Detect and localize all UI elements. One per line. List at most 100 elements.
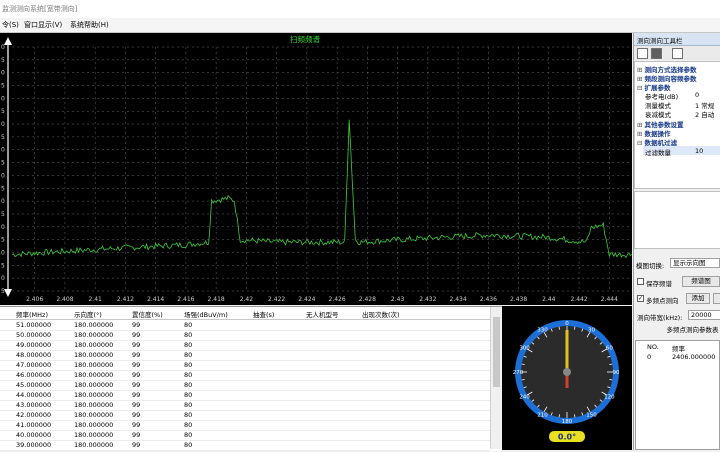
- cell-frequency: 41.000000: [16, 421, 52, 429]
- direction-toolbar-panel: 测向测向工具栏 ⊞ 测向方式选择参数 ⊞ 频段测向容频参数 ⊟ 扩展参数 参考电(dB…: [633, 33, 720, 450]
- x-tick-label: 2.424: [298, 296, 315, 303]
- bandwidth-input[interactable]: 20000: [688, 310, 720, 320]
- cell-field-strength: 80: [184, 431, 193, 439]
- menu-bar: 令(S) 窗口显示(V) 系统帮助(H): [0, 18, 720, 33]
- menu-window-display[interactable]: 窗口显示(V): [24, 20, 62, 30]
- col-sample[interactable]: 抽查(s): [253, 309, 274, 319]
- bandwidth-label: 测向带宽(kHz):: [637, 314, 683, 322]
- cell-confidence: 99: [132, 351, 141, 359]
- compass-tick: [574, 326, 576, 330]
- cell-bearing: 180.000000: [74, 441, 114, 449]
- y-tick-label: 5: [1, 83, 5, 90]
- cell-frequency: 51.000000: [16, 321, 52, 329]
- cell-confidence: 99: [132, 361, 141, 369]
- list-item-no[interactable]: 0: [647, 353, 651, 361]
- cell-confidence: 99: [132, 401, 141, 409]
- cell-confidence: 99: [132, 421, 141, 429]
- y-tick-label: 5: [1, 211, 5, 218]
- cell-bearing: 180.000000: [74, 361, 114, 369]
- spectrum-reset-button[interactable]: 频谱图: [682, 276, 720, 287]
- compass-hub: [563, 368, 571, 376]
- y-tick-label: 5: [1, 57, 5, 64]
- cell-field-strength: 80: [184, 351, 193, 359]
- spectrum-view[interactable]: 扫频频谱 05050505050505050505 2.406 2.408 2.41…: [0, 33, 632, 305]
- y-tick-label: 5: [1, 134, 5, 141]
- cell-confidence: 99: [132, 341, 141, 349]
- col-frequency[interactable]: 频率(MHz): [16, 309, 48, 319]
- window-title: 监测测向系统[宽带测向]: [2, 5, 78, 13]
- x-tick-label: 2.428: [359, 296, 376, 303]
- table-row[interactable]: 39.000000 180.000000 99 80: [0, 440, 490, 451]
- x-tick-label: 2.444: [601, 296, 618, 303]
- x-tick-label: 2.43: [391, 296, 405, 303]
- compass-tick: [609, 363, 613, 365]
- compass-label: 120: [604, 395, 615, 401]
- stop-icon[interactable]: [651, 48, 662, 59]
- y-tick-label: 0: [1, 44, 5, 51]
- compass-readout: 0.0°: [558, 433, 576, 442]
- list-col-frequency: 频率: [672, 345, 685, 353]
- cell-field-strength: 80: [184, 391, 193, 399]
- prop-ref-level-value[interactable]: 0: [695, 91, 699, 99]
- menu-command[interactable]: 令(S): [2, 20, 19, 30]
- x-tick-label: 2.41: [88, 296, 102, 303]
- compass-label: 30: [588, 328, 595, 334]
- x-tick-label: 2.442: [570, 296, 587, 303]
- compass-label: 240: [519, 395, 530, 401]
- panel-header: 测向测向工具栏: [634, 33, 720, 46]
- col-field-strength[interactable]: 场强(dBuV/m): [184, 309, 228, 319]
- description-box: [634, 191, 720, 249]
- compass-label: 90: [613, 370, 620, 376]
- cell-confidence: 99: [132, 331, 141, 339]
- y-tick-label: 5: [1, 108, 5, 115]
- compass-label: 0: [565, 321, 569, 327]
- cell-confidence: 99: [132, 411, 141, 419]
- multi-point-checkbox[interactable]: ✓: [637, 295, 644, 302]
- prop-atten-mode-value[interactable]: 2 自动: [695, 109, 714, 119]
- spectrum-chart[interactable]: 扫频频谱 05050505050505050505 2.406 2.408 2.41…: [0, 33, 632, 305]
- more-button[interactable]: [713, 293, 720, 304]
- display-switch-select[interactable]: 显示示向图: [670, 258, 720, 268]
- y-tick-label: 0: [1, 224, 5, 231]
- cell-field-strength: 80: [184, 411, 193, 419]
- cell-bearing: 180.000000: [74, 391, 114, 399]
- x-tick-label: 2.418: [208, 296, 225, 303]
- cell-frequency: 42.000000: [16, 411, 52, 419]
- menu-system-help[interactable]: 系统帮助(H): [70, 20, 109, 30]
- multi-point-params-button[interactable]: 多频点测向参数表: [664, 325, 720, 336]
- list-col-no: NO.: [647, 343, 659, 351]
- x-tick-label: 2.422: [268, 296, 285, 303]
- multi-point-label: 多频点测向: [646, 297, 679, 305]
- col-drone-model[interactable]: 无人机型号: [306, 309, 339, 319]
- x-tick-label: 2.406: [26, 296, 43, 303]
- prop-filter-count-value[interactable]: 10: [695, 147, 703, 155]
- play-icon[interactable]: [637, 48, 648, 59]
- settings-icon[interactable]: [672, 48, 683, 59]
- cell-confidence: 99: [132, 381, 141, 389]
- list-item-frequency[interactable]: 2406.000000: [672, 353, 715, 361]
- cell-bearing: 180.000000: [74, 421, 114, 429]
- x-tick-labels: 2.406 2.408 2.41 2.412 2.414 2.416 2.418 2.42 2.…: [26, 296, 618, 303]
- multi-point-list[interactable]: NO. 频率 0 2406.000000: [635, 340, 720, 450]
- x-tick-label: 2.414: [147, 296, 164, 303]
- cell-field-strength: 80: [184, 331, 193, 339]
- save-spectrum-checkbox[interactable]: [637, 278, 644, 285]
- compass-dial: 0 30 60 90 120 150 180 210 240 270 300 330 0.0°: [513, 320, 620, 442]
- x-tick-label: 2.416: [177, 296, 194, 303]
- cell-field-strength: 80: [184, 381, 193, 389]
- y-tick-label: 0: [1, 95, 5, 102]
- compass-tick: [609, 379, 613, 381]
- y-tick-label: 0: [1, 121, 5, 128]
- cell-frequency: 45.000000: [16, 381, 52, 389]
- table-scrollbar[interactable]: [490, 307, 502, 449]
- col-occurrences[interactable]: 出现次数(次): [362, 309, 400, 319]
- scrollbar-thumb[interactable]: [493, 317, 500, 387]
- compass-label: 180: [562, 419, 573, 425]
- x-tick-label: 2.434: [450, 296, 467, 303]
- col-bearing[interactable]: 示向度(°): [74, 309, 102, 319]
- x-tick-label: 2.438: [510, 296, 527, 303]
- title-bar: 监测测向系统[宽带测向]: [0, 0, 720, 19]
- cell-frequency: 48.000000: [16, 351, 52, 359]
- add-frequency-button[interactable]: 添加: [686, 293, 710, 304]
- col-confidence[interactable]: 置信度(%): [132, 309, 163, 319]
